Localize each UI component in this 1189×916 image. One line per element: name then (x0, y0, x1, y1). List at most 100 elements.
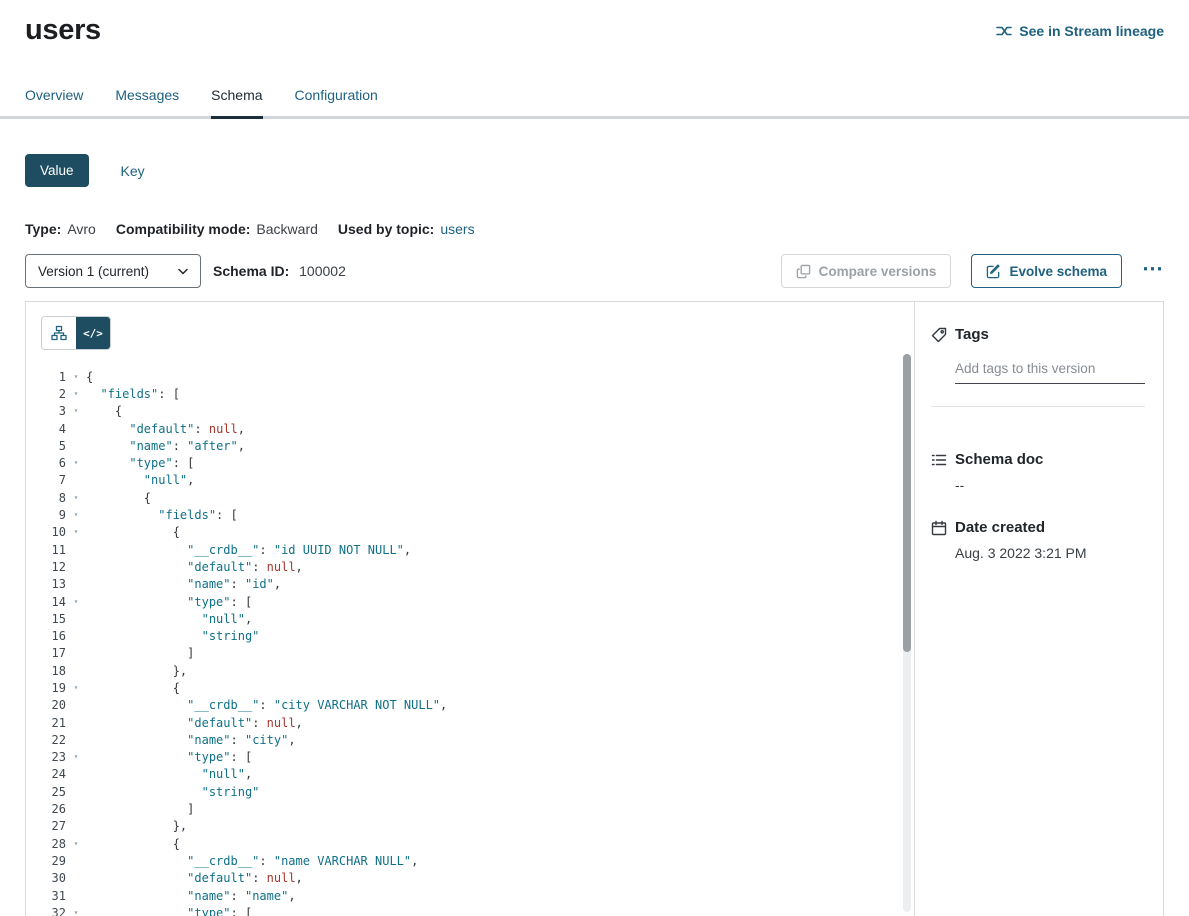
tab-messages[interactable]: Messages (115, 87, 179, 116)
code-line: 23▾ "type": [ (26, 749, 914, 766)
code-text: { (86, 681, 180, 695)
tab-schema[interactable]: Schema (211, 87, 262, 116)
code-text: }, (86, 819, 187, 833)
code-text: { (86, 491, 151, 505)
line-number: 6 (26, 456, 66, 470)
fold-toggle-icon[interactable]: ▾ (66, 511, 86, 519)
code-text: "type": [ (86, 906, 252, 916)
fold-toggle-icon[interactable]: ▾ (66, 373, 86, 381)
line-number: 14 (26, 595, 66, 609)
schema-id-label: Schema ID: (213, 263, 289, 279)
line-number: 22 (26, 733, 66, 747)
line-number: 18 (26, 664, 66, 678)
code-text: "null", (86, 767, 252, 781)
list-icon (931, 452, 947, 468)
code-text: { (86, 837, 180, 851)
stream-lineage-icon (996, 23, 1012, 39)
tags-input[interactable] (955, 359, 1145, 384)
fold-toggle-icon[interactable]: ▾ (66, 753, 86, 761)
code-line: 11 "__crdb__": "id UUID NOT NULL", (26, 541, 914, 558)
code-text: { (86, 370, 93, 384)
line-number: 24 (26, 767, 66, 781)
code-text: "type": [ (86, 750, 252, 764)
code-line: 16 "string" (26, 627, 914, 644)
stream-lineage-link[interactable]: See in Stream lineage (996, 23, 1164, 39)
fold-toggle-icon[interactable]: ▾ (66, 494, 86, 502)
code-line: 3▾ { (26, 403, 914, 420)
schema-id: Schema ID: 100002 (213, 263, 366, 279)
schema-code-editor[interactable]: 1▾{2▾ "fields": [3▾ {4 "default": null,5… (26, 368, 914, 916)
sidebar-divider (931, 406, 1145, 407)
code-line: 21 "default": null, (26, 714, 914, 731)
line-number: 25 (26, 785, 66, 799)
value-toggle-button[interactable]: Value (25, 154, 89, 187)
fold-toggle-icon[interactable]: ▾ (66, 390, 86, 398)
line-number: 13 (26, 577, 66, 591)
version-bar: Version 1 (current) Schema ID: 100002 Co… (25, 254, 1164, 288)
code-line: 6▾ "type": [ (26, 454, 914, 471)
schema-key-value-toggle: Value Key (25, 154, 1164, 187)
date-created-title: Date created (955, 519, 1045, 536)
fold-toggle-icon[interactable]: ▾ (66, 528, 86, 536)
tree-view-button[interactable] (42, 317, 76, 349)
code-text: "fields": [ (86, 387, 180, 401)
code-line: 9▾ "fields": [ (26, 506, 914, 523)
code-view-button[interactable]: </> (76, 317, 110, 349)
compare-versions-label: Compare versions (819, 264, 937, 279)
code-line: 29 "__crdb__": "name VARCHAR NULL", (26, 852, 914, 869)
tab-bar: Overview Messages Schema Configuration (0, 87, 1189, 119)
schema-content: </> 1▾{2▾ "fields": [3▾ {4 "default": nu… (25, 301, 1164, 916)
code-line: 13 "name": "id", (26, 576, 914, 593)
tab-overview[interactable]: Overview (25, 87, 83, 116)
code-line: 27 }, (26, 818, 914, 835)
line-number: 12 (26, 560, 66, 574)
code-text: "default": null, (86, 716, 303, 730)
date-created-value: Aug. 3 2022 3:21 PM (955, 545, 1145, 561)
code-text: { (86, 525, 180, 539)
line-number: 29 (26, 854, 66, 868)
scrollbar-thumb[interactable] (903, 354, 911, 652)
line-number: 23 (26, 750, 66, 764)
line-number: 5 (26, 439, 66, 453)
code-line: 30 "default": null, (26, 870, 914, 887)
line-number: 9 (26, 508, 66, 522)
code-text: "name": "city", (86, 733, 296, 747)
fold-toggle-icon[interactable]: ▾ (66, 840, 86, 848)
editor-view-toggle: </> (41, 316, 111, 350)
fold-toggle-icon[interactable]: ▾ (66, 684, 86, 692)
evolve-schema-icon (986, 264, 1001, 279)
topic-link[interactable]: users (440, 221, 474, 237)
key-toggle-button[interactable]: Key (121, 163, 145, 179)
tab-configuration[interactable]: Configuration (295, 87, 378, 116)
code-line: 24 "null", (26, 766, 914, 783)
code-line: 2▾ "fields": [ (26, 385, 914, 402)
code-line: 18 }, (26, 662, 914, 679)
used-by-topic-label: Used by topic: (338, 221, 434, 237)
code-text: "name": "after", (86, 439, 245, 453)
compatibility-mode-label: Compatibility mode: (116, 221, 251, 237)
code-line: 5 "name": "after", (26, 437, 914, 454)
scrollbar[interactable] (903, 354, 911, 912)
more-options-button[interactable]: ⋯ (1142, 258, 1164, 285)
line-number: 27 (26, 819, 66, 833)
compare-versions-button[interactable]: Compare versions (781, 254, 952, 288)
schema-doc-title: Schema doc (955, 451, 1043, 468)
code-text: "type": [ (86, 595, 252, 609)
code-text: "null", (86, 473, 194, 487)
fold-toggle-icon[interactable]: ▾ (66, 459, 86, 467)
code-text: "string" (86, 629, 259, 643)
fold-toggle-icon[interactable]: ▾ (66, 909, 86, 916)
fold-toggle-icon[interactable]: ▾ (66, 407, 86, 415)
version-select[interactable]: Version 1 (current) (25, 254, 201, 288)
code-line: 32▾ "type": [ (26, 904, 914, 916)
code-line: 28▾ { (26, 835, 914, 852)
code-line: 8▾ { (26, 489, 914, 506)
schema-id-value: 100002 (299, 263, 346, 279)
code-line: 1▾{ (26, 368, 914, 385)
line-number: 32 (26, 906, 66, 916)
evolve-schema-button[interactable]: Evolve schema (971, 254, 1122, 288)
line-number: 8 (26, 491, 66, 505)
code-text: "__crdb__": "city VARCHAR NOT NULL", (86, 698, 447, 712)
code-line: 26 ] (26, 800, 914, 817)
fold-toggle-icon[interactable]: ▾ (66, 598, 86, 606)
